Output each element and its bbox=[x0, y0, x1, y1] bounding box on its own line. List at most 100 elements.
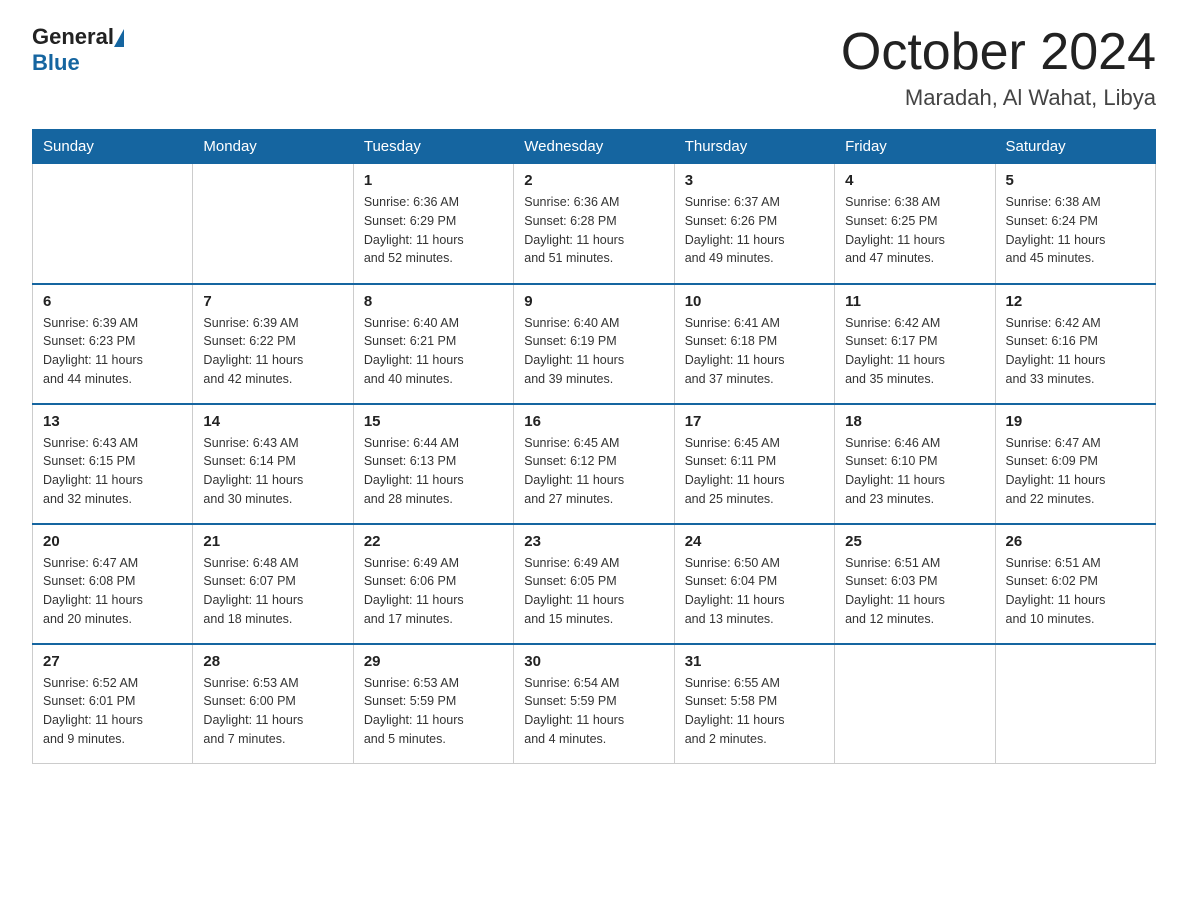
day-number: 10 bbox=[685, 293, 824, 310]
calendar-cell: 28 Sunrise: 6:53 AMSunset: 6:00 PMDayligh… bbox=[193, 644, 353, 764]
calendar-header-wednesday: Wednesday bbox=[514, 130, 674, 164]
calendar-week-row: 1 Sunrise: 6:36 AMSunset: 6:29 PMDaylight… bbox=[33, 164, 1156, 284]
title-block: October 2024 Maradah, Al Wahat, Libya bbox=[841, 24, 1156, 111]
day-info: Sunrise: 6:49 AMSunset: 6:05 PMDaylight:… bbox=[524, 554, 663, 629]
day-number: 21 bbox=[203, 533, 342, 550]
calendar-header-monday: Monday bbox=[193, 130, 353, 164]
day-info: Sunrise: 6:43 AMSunset: 6:15 PMDaylight:… bbox=[43, 434, 182, 509]
day-number: 28 bbox=[203, 653, 342, 670]
day-number: 4 bbox=[845, 172, 984, 189]
month-title: October 2024 bbox=[841, 24, 1156, 81]
day-info: Sunrise: 6:45 AMSunset: 6:11 PMDaylight:… bbox=[685, 434, 824, 509]
day-info: Sunrise: 6:45 AMSunset: 6:12 PMDaylight:… bbox=[524, 434, 663, 509]
day-number: 1 bbox=[364, 172, 503, 189]
calendar-week-row: 20 Sunrise: 6:47 AMSunset: 6:08 PMDayligh… bbox=[33, 524, 1156, 644]
day-number: 20 bbox=[43, 533, 182, 550]
day-info: Sunrise: 6:55 AMSunset: 5:58 PMDaylight:… bbox=[685, 674, 824, 749]
day-info: Sunrise: 6:50 AMSunset: 6:04 PMDaylight:… bbox=[685, 554, 824, 629]
calendar-cell: 20 Sunrise: 6:47 AMSunset: 6:08 PMDayligh… bbox=[33, 524, 193, 644]
day-info: Sunrise: 6:39 AMSunset: 6:23 PMDaylight:… bbox=[43, 314, 182, 389]
calendar-cell: 7Sunrise: 6:39 AMSunset: 6:22 PMDaylight… bbox=[193, 284, 353, 404]
day-number: 12 bbox=[1006, 293, 1145, 310]
day-info: Sunrise: 6:39 AMSunset: 6:22 PMDaylight:… bbox=[203, 314, 342, 389]
calendar-cell: 10 Sunrise: 6:41 AMSunset: 6:18 PMDayligh… bbox=[674, 284, 834, 404]
day-info: Sunrise: 6:53 AMSunset: 5:59 PMDaylight:… bbox=[364, 674, 503, 749]
calendar-cell: 2 Sunrise: 6:36 AMSunset: 6:28 PMDaylight… bbox=[514, 164, 674, 284]
logo-blue-text: Blue bbox=[32, 50, 80, 75]
day-info: Sunrise: 6:46 AMSunset: 6:10 PMDaylight:… bbox=[845, 434, 984, 509]
day-info: Sunrise: 6:53 AMSunset: 6:00 PMDaylight:… bbox=[203, 674, 342, 749]
day-info: Sunrise: 6:38 AMSunset: 6:25 PMDaylight:… bbox=[845, 193, 984, 268]
day-info: Sunrise: 6:42 AMSunset: 6:16 PMDaylight:… bbox=[1006, 314, 1145, 389]
calendar-cell: 3 Sunrise: 6:37 AMSunset: 6:26 PMDaylight… bbox=[674, 164, 834, 284]
day-number: 31 bbox=[685, 653, 824, 670]
day-info: Sunrise: 6:51 AMSunset: 6:02 PMDaylight:… bbox=[1006, 554, 1145, 629]
calendar-cell: 13 Sunrise: 6:43 AMSunset: 6:15 PMDayligh… bbox=[33, 404, 193, 524]
day-number: 16 bbox=[524, 413, 663, 430]
day-info: Sunrise: 6:40 AMSunset: 6:19 PMDaylight:… bbox=[524, 314, 663, 389]
logo-triangle-icon bbox=[114, 29, 124, 47]
calendar-cell: 11Sunrise: 6:42 AMSunset: 6:17 PMDayligh… bbox=[835, 284, 995, 404]
calendar-cell: 8 Sunrise: 6:40 AMSunset: 6:21 PMDaylight… bbox=[353, 284, 513, 404]
calendar-cell: 19 Sunrise: 6:47 AMSunset: 6:09 PMDayligh… bbox=[995, 404, 1155, 524]
day-number: 14 bbox=[203, 413, 342, 430]
day-info: Sunrise: 6:44 AMSunset: 6:13 PMDaylight:… bbox=[364, 434, 503, 509]
calendar-cell: 26 Sunrise: 6:51 AMSunset: 6:02 PMDayligh… bbox=[995, 524, 1155, 644]
day-number: 19 bbox=[1006, 413, 1145, 430]
calendar-cell: 6Sunrise: 6:39 AMSunset: 6:23 PMDaylight… bbox=[33, 284, 193, 404]
calendar-cell: 31 Sunrise: 6:55 AMSunset: 5:58 PMDayligh… bbox=[674, 644, 834, 764]
day-info: Sunrise: 6:36 AMSunset: 6:29 PMDaylight:… bbox=[364, 193, 503, 268]
day-info: Sunrise: 6:43 AMSunset: 6:14 PMDaylight:… bbox=[203, 434, 342, 509]
calendar-cell bbox=[33, 164, 193, 284]
day-number: 22 bbox=[364, 533, 503, 550]
day-number: 26 bbox=[1006, 533, 1145, 550]
calendar-cell: 14 Sunrise: 6:43 AMSunset: 6:14 PMDayligh… bbox=[193, 404, 353, 524]
location-title: Maradah, Al Wahat, Libya bbox=[841, 85, 1156, 111]
day-info: Sunrise: 6:41 AMSunset: 6:18 PMDaylight:… bbox=[685, 314, 824, 389]
day-number: 9 bbox=[524, 293, 663, 310]
calendar-week-row: 13 Sunrise: 6:43 AMSunset: 6:15 PMDayligh… bbox=[33, 404, 1156, 524]
calendar-cell: 9 Sunrise: 6:40 AMSunset: 6:19 PMDaylight… bbox=[514, 284, 674, 404]
day-number: 15 bbox=[364, 413, 503, 430]
day-info: Sunrise: 6:37 AMSunset: 6:26 PMDaylight:… bbox=[685, 193, 824, 268]
calendar-cell: 23 Sunrise: 6:49 AMSunset: 6:05 PMDayligh… bbox=[514, 524, 674, 644]
day-info: Sunrise: 6:49 AMSunset: 6:06 PMDaylight:… bbox=[364, 554, 503, 629]
calendar-cell: 27Sunrise: 6:52 AMSunset: 6:01 PMDayligh… bbox=[33, 644, 193, 764]
day-number: 2 bbox=[524, 172, 663, 189]
day-info: Sunrise: 6:40 AMSunset: 6:21 PMDaylight:… bbox=[364, 314, 503, 389]
calendar-header-friday: Friday bbox=[835, 130, 995, 164]
calendar-cell: 17Sunrise: 6:45 AMSunset: 6:11 PMDayligh… bbox=[674, 404, 834, 524]
day-number: 27 bbox=[43, 653, 182, 670]
calendar-cell: 21Sunrise: 6:48 AMSunset: 6:07 PMDayligh… bbox=[193, 524, 353, 644]
calendar-cell bbox=[193, 164, 353, 284]
calendar-cell: 22 Sunrise: 6:49 AMSunset: 6:06 PMDayligh… bbox=[353, 524, 513, 644]
calendar-cell: 30Sunrise: 6:54 AMSunset: 5:59 PMDayligh… bbox=[514, 644, 674, 764]
calendar-table: SundayMondayTuesdayWednesdayThursdayFrid… bbox=[32, 129, 1156, 764]
calendar-header-saturday: Saturday bbox=[995, 130, 1155, 164]
calendar-cell: 18 Sunrise: 6:46 AMSunset: 6:10 PMDayligh… bbox=[835, 404, 995, 524]
day-info: Sunrise: 6:47 AMSunset: 6:08 PMDaylight:… bbox=[43, 554, 182, 629]
day-number: 8 bbox=[364, 293, 503, 310]
calendar-week-row: 27Sunrise: 6:52 AMSunset: 6:01 PMDayligh… bbox=[33, 644, 1156, 764]
day-number: 23 bbox=[524, 533, 663, 550]
calendar-header-thursday: Thursday bbox=[674, 130, 834, 164]
day-number: 3 bbox=[685, 172, 824, 189]
day-number: 18 bbox=[845, 413, 984, 430]
day-info: Sunrise: 6:38 AMSunset: 6:24 PMDaylight:… bbox=[1006, 193, 1145, 268]
day-info: Sunrise: 6:47 AMSunset: 6:09 PMDaylight:… bbox=[1006, 434, 1145, 509]
day-info: Sunrise: 6:54 AMSunset: 5:59 PMDaylight:… bbox=[524, 674, 663, 749]
calendar-cell: 16 Sunrise: 6:45 AMSunset: 6:12 PMDayligh… bbox=[514, 404, 674, 524]
page-header: General Blue October 2024 Maradah, Al Wa… bbox=[32, 24, 1156, 111]
calendar-cell: 12 Sunrise: 6:42 AMSunset: 6:16 PMDayligh… bbox=[995, 284, 1155, 404]
day-info: Sunrise: 6:36 AMSunset: 6:28 PMDaylight:… bbox=[524, 193, 663, 268]
calendar-header-row: SundayMondayTuesdayWednesdayThursdayFrid… bbox=[33, 130, 1156, 164]
day-number: 13 bbox=[43, 413, 182, 430]
calendar-cell: 24Sunrise: 6:50 AMSunset: 6:04 PMDayligh… bbox=[674, 524, 834, 644]
calendar-cell: 4 Sunrise: 6:38 AMSunset: 6:25 PMDaylight… bbox=[835, 164, 995, 284]
logo-general-text: General bbox=[32, 24, 114, 50]
calendar-week-row: 6Sunrise: 6:39 AMSunset: 6:23 PMDaylight… bbox=[33, 284, 1156, 404]
day-info: Sunrise: 6:51 AMSunset: 6:03 PMDaylight:… bbox=[845, 554, 984, 629]
day-number: 11 bbox=[845, 293, 984, 310]
calendar-cell: 25Sunrise: 6:51 AMSunset: 6:03 PMDayligh… bbox=[835, 524, 995, 644]
calendar-cell bbox=[835, 644, 995, 764]
